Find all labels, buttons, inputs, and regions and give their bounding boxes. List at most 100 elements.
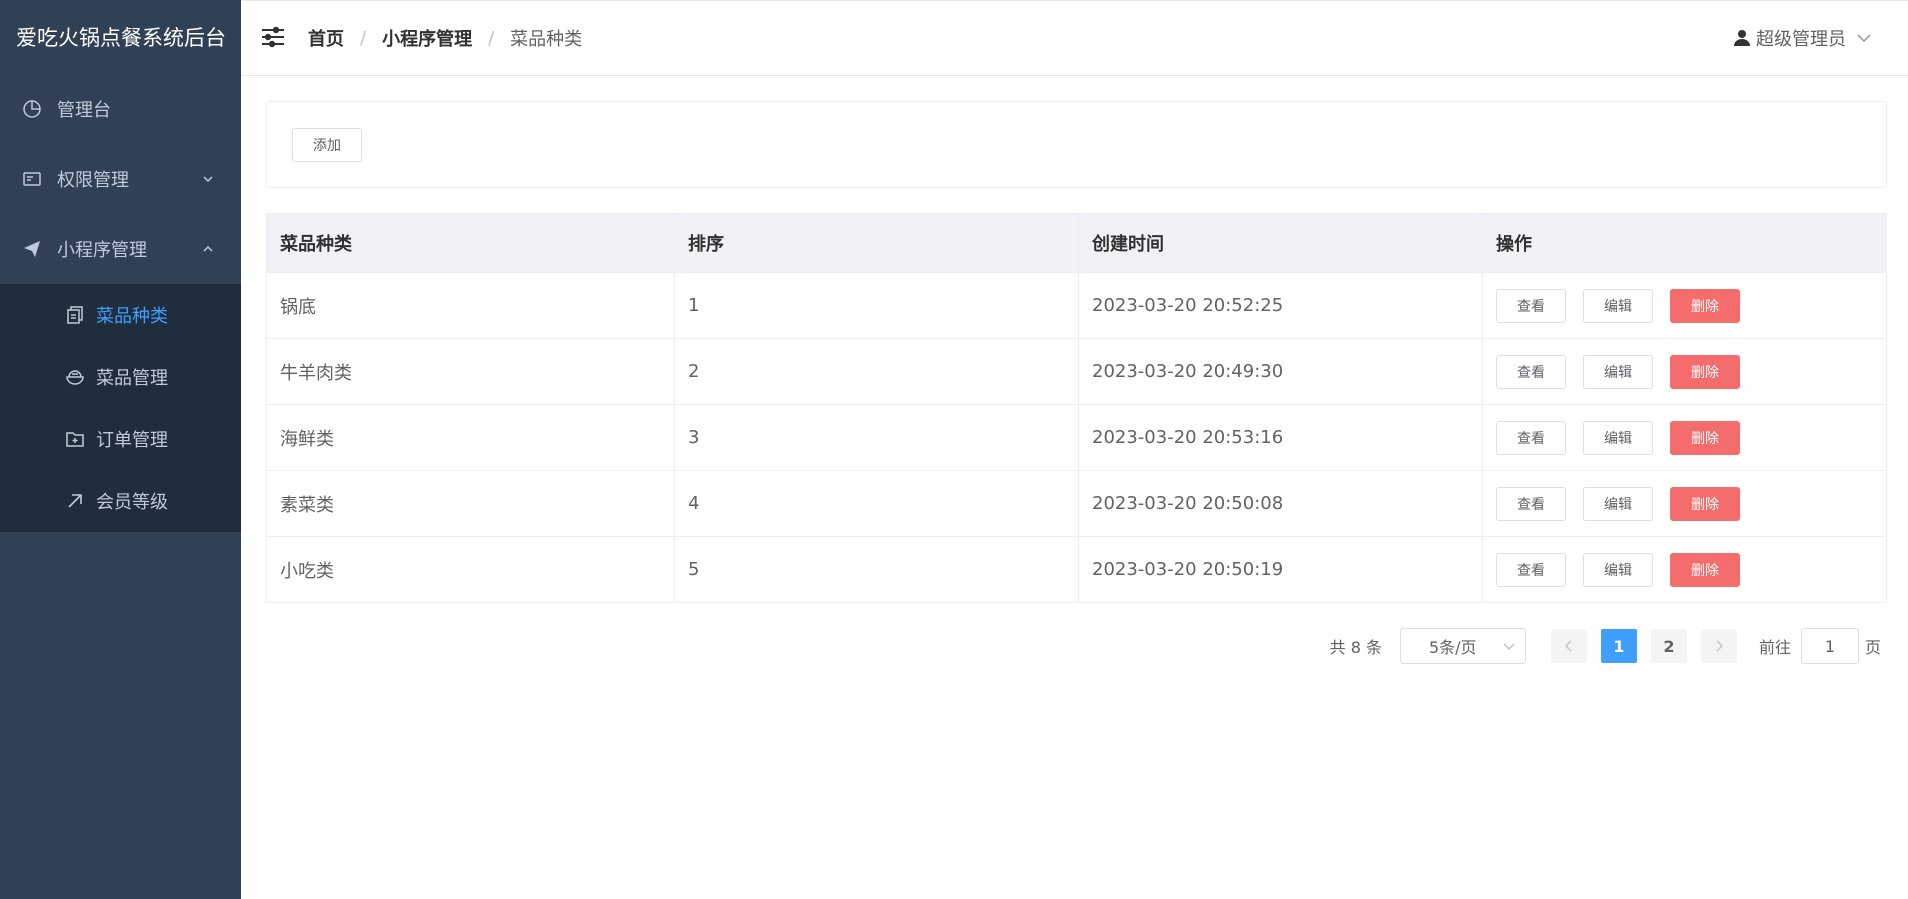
view-button[interactable]: 查看 — [1496, 288, 1566, 323]
delete-button[interactable]: 删除 — [1670, 486, 1740, 521]
breadcrumb-current: 菜品种类 — [510, 29, 583, 50]
page-size-select[interactable]: 5条/页 — [1399, 628, 1526, 664]
delete-button[interactable]: 删除 — [1670, 354, 1740, 389]
sidebar: 爱吃火锅点餐系统后台 管理台 权限管理 小程序管理 菜品种类 菜品管理 订单管理… — [0, 0, 241, 899]
edit-button[interactable]: 编辑 — [1583, 354, 1653, 389]
cell-category: 海鲜类 — [267, 405, 675, 470]
chevron-up-icon — [201, 242, 215, 256]
top-right-arrow-icon — [64, 490, 86, 512]
table-row: 牛羊肉类 2 2023-03-20 20:49:30 查看 编辑 删除 — [267, 339, 1886, 405]
cell-created: 2023-03-20 20:50:19 — [1079, 537, 1483, 602]
category-table: 菜品种类 排序 创建时间 操作 锅底 1 2023-03-20 20:52:25… — [266, 213, 1887, 603]
submenu: 菜品种类 菜品管理 订单管理 会员等级 — [0, 284, 241, 532]
breadcrumb-home[interactable]: 首页 — [308, 25, 344, 51]
cell-created: 2023-03-20 20:50:08 — [1079, 471, 1483, 536]
view-button[interactable]: 查看 — [1496, 420, 1566, 455]
breadcrumb: 首页 / 小程序管理 / 菜品种类 — [308, 25, 582, 51]
goto-page-input[interactable] — [1800, 628, 1859, 664]
pie-chart-icon — [20, 97, 44, 121]
cell-category: 锅底 — [267, 273, 675, 338]
document-copy-icon — [64, 304, 86, 326]
goto-page: 前往 页 — [1759, 628, 1881, 664]
sidebar-item-dish-category[interactable]: 菜品种类 — [0, 284, 241, 346]
user-icon — [1734, 29, 1750, 47]
top-header: 首页 / 小程序管理 / 菜品种类 超级管理员 — [241, 0, 1908, 76]
toolbar-card: 添加 — [266, 101, 1887, 188]
cell-actions: 查看 编辑 删除 — [1483, 273, 1886, 338]
edit-button[interactable]: 编辑 — [1583, 288, 1653, 323]
cell-actions: 查看 编辑 删除 — [1483, 405, 1886, 470]
view-button[interactable]: 查看 — [1496, 552, 1566, 587]
cell-created: 2023-03-20 20:49:30 — [1079, 339, 1483, 404]
cell-actions: 查看 编辑 删除 — [1483, 537, 1886, 602]
breadcrumb-separator: / — [488, 27, 495, 49]
cell-category: 牛羊肉类 — [267, 339, 675, 404]
chevron-down-icon — [1856, 32, 1872, 44]
cell-created: 2023-03-20 20:53:16 — [1079, 405, 1483, 470]
sidebar-item-label: 菜品管理 — [96, 368, 168, 389]
sidebar-item-dish-management[interactable]: 菜品管理 — [0, 346, 241, 408]
edit-button[interactable]: 编辑 — [1583, 486, 1653, 521]
sidebar-item-label: 小程序管理 — [57, 240, 147, 261]
page-button-2[interactable]: 2 — [1650, 629, 1687, 663]
sidebar-item-label: 菜品种类 — [96, 306, 168, 327]
paper-plane-icon — [20, 237, 44, 261]
edit-button[interactable]: 编辑 — [1583, 552, 1653, 587]
sidebar-item-dashboard[interactable]: 管理台 — [0, 74, 241, 144]
user-name: 超级管理员 — [1756, 29, 1846, 50]
sidebar-item-label: 订单管理 — [96, 430, 168, 451]
prev-page-button[interactable] — [1550, 629, 1587, 663]
sidebar-item-miniprogram[interactable]: 小程序管理 — [0, 214, 241, 284]
goto-suffix: 页 — [1864, 638, 1881, 657]
pagination-total: 共 8 条 — [1329, 638, 1382, 657]
table-header: 菜品种类 排序 创建时间 操作 — [267, 214, 1886, 273]
column-header-actions: 操作 — [1496, 234, 1532, 255]
goto-prefix: 前往 — [1758, 638, 1791, 657]
cell-category: 小吃类 — [267, 537, 675, 602]
chevron-down-icon — [201, 172, 215, 186]
pagination: 共 8 条 5条/页 1 2 前往 页 — [1330, 628, 1881, 664]
sliders-icon[interactable] — [260, 24, 288, 52]
column-header-created: 创建时间 — [1079, 214, 1483, 272]
cell-category: 素菜类 — [267, 471, 675, 536]
column-header-order: 排序 — [675, 214, 1079, 272]
breadcrumb-miniprogram[interactable]: 小程序管理 — [382, 25, 472, 51]
column-header-category: 菜品种类 — [267, 214, 675, 272]
cell-actions: 查看 编辑 删除 — [1483, 471, 1886, 536]
brand-title: 爱吃火锅点餐系统后台 — [16, 26, 226, 50]
edit-button[interactable]: 编辑 — [1583, 420, 1653, 455]
user-menu[interactable]: 超级管理员 — [1734, 25, 1872, 51]
sidebar-item-orders[interactable]: 订单管理 — [0, 408, 241, 470]
delete-button[interactable]: 删除 — [1670, 420, 1740, 455]
delete-button[interactable]: 删除 — [1670, 288, 1740, 323]
page-size-value: 5条/页 — [1428, 638, 1477, 657]
cell-order: 4 — [675, 471, 1079, 536]
breadcrumb-separator: / — [360, 27, 367, 49]
view-button[interactable]: 查看 — [1496, 354, 1566, 389]
id-card-icon — [20, 167, 44, 191]
sidebar-item-member-level[interactable]: 会员等级 — [0, 470, 241, 532]
cell-order: 5 — [675, 537, 1079, 602]
cell-created: 2023-03-20 20:52:25 — [1079, 273, 1483, 338]
table-row: 锅底 1 2023-03-20 20:52:25 查看 编辑 删除 — [267, 273, 1886, 339]
cell-actions: 查看 编辑 删除 — [1483, 339, 1886, 404]
delete-button[interactable]: 删除 — [1670, 552, 1740, 587]
next-page-button[interactable] — [1700, 629, 1737, 663]
bowl-icon — [64, 366, 86, 388]
sidebar-item-permissions[interactable]: 权限管理 — [0, 144, 241, 214]
sidebar-item-label: 管理台 — [57, 100, 111, 121]
table-row: 海鲜类 3 2023-03-20 20:53:16 查看 编辑 删除 — [267, 405, 1886, 471]
cell-order: 2 — [675, 339, 1079, 404]
chevron-down-icon — [1503, 641, 1515, 651]
sidebar-item-label: 权限管理 — [57, 170, 129, 191]
chevron-left-icon — [1564, 640, 1572, 652]
table-row: 小吃类 5 2023-03-20 20:50:19 查看 编辑 删除 — [267, 537, 1886, 603]
page-button-1[interactable]: 1 — [1600, 629, 1637, 663]
view-button[interactable]: 查看 — [1496, 486, 1566, 521]
folder-add-icon — [64, 428, 86, 450]
cell-order: 3 — [675, 405, 1079, 470]
sidebar-item-label: 会员等级 — [96, 492, 168, 513]
cell-order: 1 — [675, 273, 1079, 338]
add-button[interactable]: 添加 — [292, 128, 362, 162]
table-row: 素菜类 4 2023-03-20 20:50:08 查看 编辑 删除 — [267, 471, 1886, 537]
